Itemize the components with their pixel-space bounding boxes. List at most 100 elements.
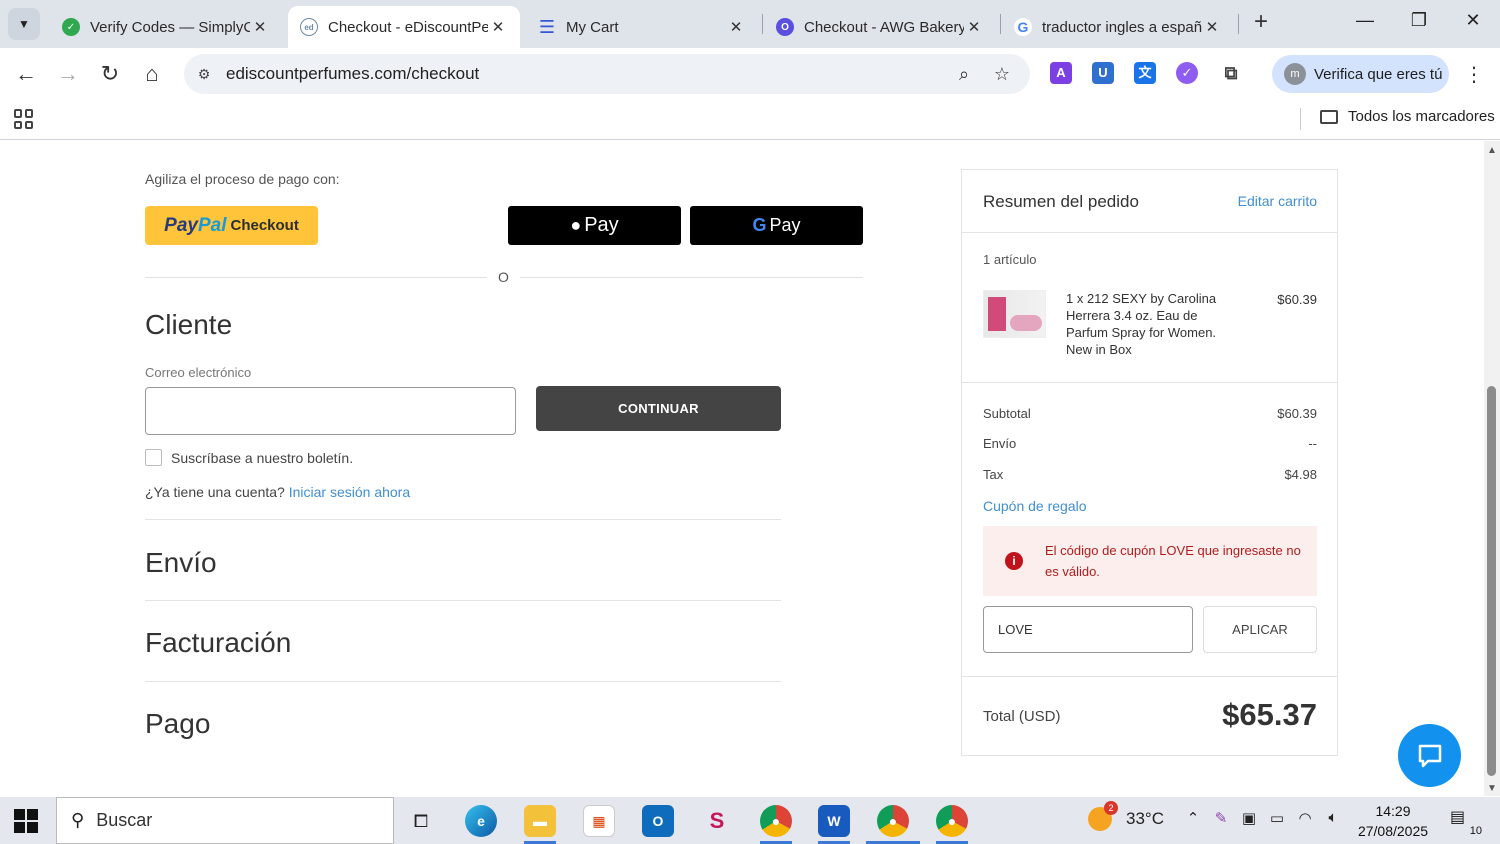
url-text[interactable]: ediscountperfumes.com/checkout [226,64,479,84]
restore-icon[interactable]: ❐ [1404,10,1434,36]
meet-icon[interactable]: ▣ [1238,809,1260,831]
close-icon[interactable]: ✕ [1202,18,1222,36]
volume-icon[interactable]: 🔈︎ [1322,809,1344,831]
shipping-row: Envío -- [983,436,1317,451]
newsletter-checkbox[interactable] [145,449,162,466]
browser-toolbar: ← → ↻ ⌂ ⚙ ediscountperfumes.com/checkout… [0,48,1500,100]
puzzle-extensions-icon[interactable]: ⧉ [1220,62,1242,84]
translate-extension-icon[interactable]: 文 [1134,62,1156,84]
more-menu-icon[interactable]: ⋮ [1462,62,1486,87]
reload-icon[interactable]: ↻ [96,60,124,88]
back-arrow-icon[interactable]: ← [12,60,40,88]
apps-grid-icon[interactable] [14,109,34,129]
taskbar-search[interactable]: ⚲ Buscar [56,797,394,844]
login-link[interactable]: Iniciar sesión ahora [289,484,410,500]
chat-support-button[interactable] [1398,724,1461,787]
zoom-search-icon[interactable]: ⌕ [952,62,976,86]
notification-center-icon[interactable]: ▤ 10 [1450,807,1482,837]
scrollbar-thumb[interactable] [1487,386,1496,776]
tab-awg-bakery[interactable]: O Checkout - AWG Bakery ✕ [764,6,996,48]
tab-search-dropdown[interactable]: ▼ [8,8,40,40]
tab-verify-codes[interactable]: ✓ Verify Codes — SimplyCodes ✕ [50,6,282,48]
shield-extension-icon[interactable]: U [1092,62,1114,84]
tab-checkout-ediscount[interactable]: ed Checkout - eDiscountPerfumes ✕ [288,6,520,48]
app-s-icon[interactable]: S [701,805,733,837]
chevron-up-icon[interactable]: ⌃ [1182,809,1204,831]
outlook-icon[interactable]: O [642,805,674,837]
apple-pay-button[interactable]: ● Pay [508,206,681,245]
continue-button[interactable]: CONTINUAR [536,386,781,431]
google-pay-button[interactable]: G Pay [690,206,863,245]
search-icon: ⚲ [71,810,85,830]
site-settings-icon[interactable]: ⚙ [194,64,214,84]
coupon-error-alert: i El código de cupón LOVE que ingresaste… [983,526,1317,596]
microsoft-store-icon[interactable]: ▦ [583,805,615,837]
total-label: Total (USD) [983,708,1061,725]
minimize-icon[interactable]: — [1350,10,1380,36]
weather-widget[interactable]: 2 33°C [1088,801,1164,831]
account-prompt: ¿Ya tiene una cuenta? [145,484,285,500]
google-g-icon: G [752,215,767,235]
windows-taskbar: ⚲ Buscar ⧠ e ▬ ▦ O S ● W ● ● 2 33°C ⌃ ✎ … [0,797,1500,844]
wifi-icon[interactable]: ◠ [1294,809,1316,831]
coupon-code-input[interactable] [983,606,1193,653]
edge-icon[interactable]: e [465,805,497,837]
divider [962,232,1337,233]
chrome-profile-i-icon[interactable]: ● [936,805,968,837]
bookmarks-separator [1300,108,1301,130]
paypal-logo: PayPal [164,214,227,236]
word-icon[interactable]: W [818,805,850,837]
scroll-down-icon[interactable]: ▼ [1487,783,1497,794]
close-icon[interactable]: ✕ [488,18,508,36]
scroll-up-icon[interactable]: ▲ [1487,145,1497,156]
all-bookmarks-button[interactable]: Todos los marcadores [1320,108,1495,125]
close-icon[interactable]: ✕ [726,18,746,36]
clock-date: 27/08/2025 [1357,823,1429,839]
address-bar[interactable]: ⚙ ediscountperfumes.com/checkout ⌕ ☆ [184,54,1030,94]
extension-purple-icon[interactable]: ✓ [1176,62,1198,84]
tab-my-cart[interactable]: ☰ My Cart ✕ [526,6,758,48]
home-icon[interactable]: ⌂ [138,60,166,88]
clock[interactable]: 14:29 27/08/2025 [1348,801,1438,841]
tab-title: My Cart [566,18,619,36]
close-icon[interactable]: ✕ [250,18,270,36]
tab-title: Verify Codes — SimplyCodes [90,18,250,36]
sun-icon: 2 [1088,801,1118,831]
total-value: $65.37 [1222,697,1317,732]
tab-traductor[interactable]: G traductor ingles a español ✕ [1002,6,1234,48]
edit-cart-link[interactable]: Editar carrito [1238,193,1317,209]
notification-count: 10 [1469,825,1482,837]
tab-title: Checkout - AWG Bakery [804,18,964,36]
email-field[interactable] [145,387,516,435]
all-bookmarks-label: Todos los marcadores [1348,108,1495,125]
tax-label: Tax [983,467,1004,482]
profile-label: Verifica que eres tú [1314,65,1443,83]
profile-button[interactable]: m Verifica que eres tú [1272,55,1449,93]
pen-icon[interactable]: ✎ [1210,809,1232,831]
paypal-checkout-button[interactable]: PayPal Checkout [145,206,318,245]
windows-start-icon[interactable] [14,809,38,833]
product-image [983,290,1046,338]
battery-icon[interactable]: ▭ [1266,809,1288,831]
divider [962,382,1337,383]
new-tab-plus-icon[interactable]: + [1248,10,1274,36]
bookmark-star-icon[interactable]: ☆ [990,62,1014,86]
window-close-icon[interactable]: ✕ [1458,10,1488,36]
google-pay-label: Pay [769,215,801,235]
page-scrollbar[interactable]: ▲ ▼ [1484,141,1500,796]
extension-a-icon[interactable]: A [1050,62,1072,84]
tax-value: $4.98 [1284,467,1317,482]
coupon-error-message: El código de cupón LOVE que ingresaste n… [1045,543,1301,579]
gift-coupon-link[interactable]: Cupón de regalo [983,498,1087,514]
chrome-profile-m-icon[interactable]: ● [877,805,909,837]
divider [145,600,781,601]
file-explorer-icon[interactable]: ▬ [524,805,556,837]
task-view-icon[interactable]: ⧠ [405,805,437,837]
newsletter-row[interactable]: Suscríbase a nuestro boletín. [145,449,353,466]
apply-coupon-button[interactable]: APLICAR [1203,606,1317,653]
forward-arrow-icon[interactable]: → [54,60,82,88]
apple-icon: ● [570,215,582,235]
shipping-heading: Envío [145,547,217,578]
close-icon[interactable]: ✕ [964,18,984,36]
chrome-icon[interactable]: ● [760,805,792,837]
